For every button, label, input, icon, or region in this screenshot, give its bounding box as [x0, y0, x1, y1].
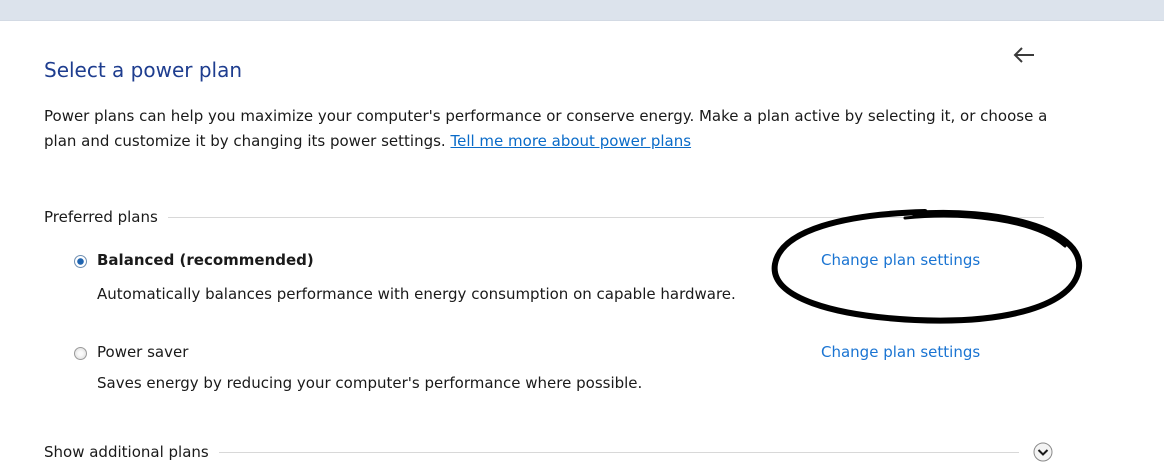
back-arrow-icon[interactable] — [1012, 44, 1038, 66]
plan-power-saver-description: Saves energy by reducing your computer's… — [97, 374, 643, 392]
preferred-plans-header: Preferred plans — [44, 207, 1044, 227]
plan-balanced-description: Automatically balances performance with … — [97, 285, 736, 303]
section-divider — [167, 216, 1044, 218]
tell-me-more-link[interactable]: Tell me more about power plans — [450, 132, 691, 150]
window-top-strip — [0, 0, 1164, 21]
radio-unchecked-icon[interactable] — [74, 347, 87, 360]
plan-balanced-name[interactable]: Balanced (recommended) — [97, 251, 314, 269]
preferred-plans-label: Preferred plans — [44, 208, 158, 226]
power-options-page: Select a power plan Power plans can help… — [0, 0, 1164, 470]
page-description: Power plans can help you maximize your c… — [44, 104, 1054, 154]
plan-power-saver-name[interactable]: Power saver — [97, 343, 188, 361]
radio-checked-icon[interactable] — [74, 255, 87, 268]
change-plan-settings-balanced-link[interactable]: Change plan settings — [821, 251, 980, 269]
section-divider — [218, 451, 1019, 453]
additional-plans-label: Show additional plans — [44, 443, 209, 461]
page-title: Select a power plan — [44, 58, 243, 82]
additional-plans-header[interactable]: Show additional plans — [44, 442, 1019, 462]
change-plan-settings-power-saver-link[interactable]: Change plan settings — [821, 343, 980, 361]
chevron-down-circle-icon[interactable] — [1033, 442, 1053, 462]
